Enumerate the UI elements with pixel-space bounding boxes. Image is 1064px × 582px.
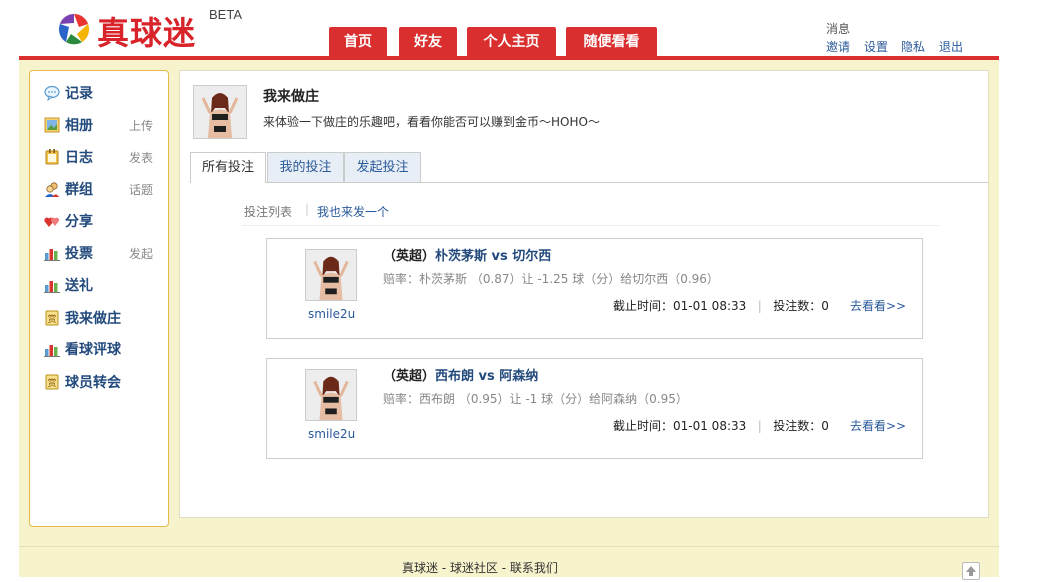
hearts-icon [44, 217, 60, 227]
invite-link[interactable]: 邀请 [826, 38, 850, 55]
svg-text:赏: 赏 [47, 377, 56, 389]
match-teams: 西布朗 vs 阿森纳 [435, 369, 539, 384]
user-photo-icon [194, 86, 246, 138]
match-title[interactable]: （英超）西布朗 vs 阿森纳 [383, 365, 538, 384]
sidebar-item-match-review[interactable]: 看球评球 [30, 337, 168, 361]
username-link[interactable]: smile2u [308, 307, 355, 321]
bet-meta: 截止时间：01-01 08:33 | 投注数：0 [613, 297, 829, 314]
sidebar-item-label: 记录 [65, 86, 93, 102]
sidebar-item-label: 看球评球 [65, 342, 121, 358]
gift-icon [44, 281, 60, 293]
meta-separator: | [750, 419, 770, 433]
sidebar-item-records[interactable]: 记录 [30, 81, 168, 105]
user-photo-icon [306, 370, 356, 420]
deadline-text: 截止时间：01-01 08:33 [613, 419, 747, 433]
post-new-bet-link[interactable]: 我也来发一个 [317, 203, 389, 220]
svg-text:赏: 赏 [47, 313, 56, 325]
sidebar-item-label: 送礼 [65, 278, 93, 294]
sidebar-item-label: 群组 [65, 182, 93, 198]
group-icon [45, 182, 59, 197]
nav-browse[interactable]: 随便看看 [566, 27, 657, 56]
bet-list-label: 投注列表 [244, 205, 293, 219]
sidebar: 记录 相册 上传 日志 发表 群组 话题 分享 投票 发起 送礼 赏 我来做庄 … [29, 70, 169, 527]
header: 真球迷 BETA 首页 好友 个人主页 随便看看 消息 邀请 设置 隐私 退出 [0, 0, 1064, 62]
odds-text: 赔率：西布朗 （0.95）让 -1 球（分）给阿森纳（0.95） [383, 392, 688, 406]
avatar[interactable] [305, 369, 357, 421]
arrow-up-icon [966, 566, 976, 576]
nav-profile[interactable]: 个人主页 [467, 27, 556, 56]
sidebar-item-vote[interactable]: 投票 发起 [30, 241, 168, 265]
upload-link[interactable]: 上传 [129, 117, 153, 134]
sidebar-item-album[interactable]: 相册 上传 [30, 113, 168, 137]
tab-my-bets[interactable]: 我的投注 [267, 152, 344, 182]
settings-link[interactable]: 设置 [864, 38, 888, 55]
deadline-text: 截止时间：01-01 08:33 [613, 299, 747, 313]
reward-icon: 赏 [45, 310, 59, 326]
league-label: （英超） [383, 369, 436, 384]
sub-navigation: 投注列表 | 我也来发一个 [242, 201, 940, 226]
sidebar-item-transfers[interactable]: 赏 球员转会 [30, 370, 168, 394]
page-description: 来体验一下做庄的乐趣吧，看看你能否可以赚到金币～HOHO～ [263, 115, 600, 129]
odds-text: 赔率：朴茨茅斯 （0.87）让 -1.25 球（分）给切尔西（0.96） [383, 272, 719, 286]
publish-link[interactable]: 发表 [129, 149, 153, 166]
beta-badge: BETA [209, 7, 242, 22]
subnav-separator: | [305, 202, 310, 216]
sidebar-item-banker[interactable]: 赏 我来做庄 [30, 306, 168, 330]
bet-count-text: 投注数：0 [773, 299, 829, 313]
photo-icon [44, 117, 60, 133]
tab-bar: 所有投注 我的投注 发起投注 [190, 152, 988, 183]
topics-link[interactable]: 话题 [129, 181, 153, 198]
notebook-icon [45, 149, 59, 165]
bet-card: smile2u （英超）西布朗 vs 阿森纳 赔率：西布朗 （0.95）让 -1… [266, 358, 923, 459]
logo-text: 真球迷 [97, 14, 197, 52]
tab-create-bet[interactable]: 发起投注 [344, 152, 421, 182]
sidebar-item-label: 日志 [65, 150, 93, 166]
avatar[interactable] [305, 249, 357, 301]
main-panel: 我来做庄 来体验一下做庄的乐趣吧，看看你能否可以赚到金币～HOHO～ 所有投注 … [179, 70, 989, 518]
view-bet-link[interactable]: 去看看>> [850, 297, 906, 314]
match-title[interactable]: （英超）朴茨茅斯 vs 切尔西 [383, 245, 551, 264]
view-bet-link[interactable]: 去看看>> [850, 417, 906, 434]
sidebar-item-label: 我来做庄 [65, 311, 121, 327]
sidebar-item-share[interactable]: 分享 [30, 209, 168, 233]
bet-count-text: 投注数：0 [773, 419, 829, 433]
scroll-to-top-button[interactable] [962, 562, 980, 580]
messages-link[interactable]: 消息 [826, 20, 850, 37]
bet-card: smile2u （英超）朴茨茅斯 vs 切尔西 赔率：朴茨茅斯 （0.87）让 … [266, 238, 923, 339]
sidebar-item-label: 分享 [65, 214, 93, 230]
privacy-link[interactable]: 隐私 [901, 38, 925, 55]
bar-chart-icon [44, 249, 60, 261]
tab-all-bets[interactable]: 所有投注 [190, 152, 266, 183]
soccer-ball-logo-icon [58, 13, 90, 45]
sidebar-item-label: 相册 [65, 118, 93, 134]
sidebar-item-gift[interactable]: 送礼 [30, 273, 168, 297]
sidebar-item-blog[interactable]: 日志 发表 [30, 145, 168, 169]
page-title: 我来做庄 [263, 89, 319, 105]
username-link[interactable]: smile2u [308, 427, 355, 441]
footer-links[interactable]: 真球迷 - 球迷社区 - 联系我们 [402, 559, 558, 576]
speech-bubble-icon [44, 85, 60, 101]
reward-icon: 赏 [45, 374, 59, 390]
sidebar-item-groups[interactable]: 群组 话题 [30, 177, 168, 201]
nav-home[interactable]: 首页 [329, 27, 387, 56]
logout-link[interactable]: 退出 [939, 38, 963, 55]
match-teams: 朴茨茅斯 vs 切尔西 [435, 249, 552, 264]
sidebar-item-label: 球员转会 [65, 375, 121, 391]
user-photo-icon [306, 250, 356, 300]
league-label: （英超） [383, 249, 436, 264]
meta-separator: | [750, 299, 770, 313]
avatar[interactable] [193, 85, 247, 139]
sidebar-item-label: 投票 [65, 246, 93, 262]
bar-chart-icon [44, 345, 60, 357]
nav-friends[interactable]: 好友 [399, 27, 457, 56]
create-poll-link[interactable]: 发起 [129, 245, 153, 262]
bet-meta: 截止时间：01-01 08:33 | 投注数：0 [613, 417, 829, 434]
